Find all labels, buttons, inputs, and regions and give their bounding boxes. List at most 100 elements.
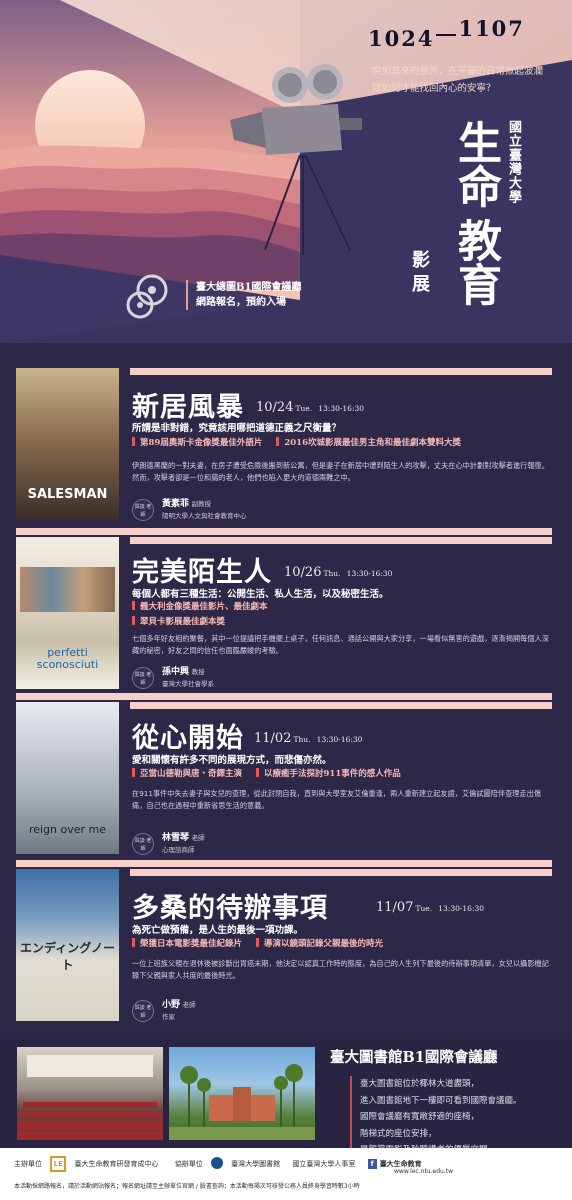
film-tagline: 每個人都有三種生活：公開生活、私人生活，以及秘密生活。 — [132, 589, 389, 600]
film-day: Tue. — [295, 404, 313, 413]
film-title: 完美陌生人 — [132, 557, 272, 588]
date-end: 1107 — [458, 16, 525, 41]
film-date: 10/24 — [256, 400, 294, 415]
film-time: 13:30-16:30 — [318, 404, 365, 413]
section-top-bar — [130, 537, 552, 544]
footer-organizers: 主辦單位 LE 臺大生命教育研發育成中心 協辦單位 臺灣大學圖書館 國立臺灣大學… — [14, 1156, 453, 1175]
film-datetime: 11/07 Tue. 13:30-16:30 — [376, 900, 484, 915]
film-tagline: 為死亡做預備，是人生的最後一項功課。 — [132, 925, 304, 936]
film-description: 在911事件中失去妻子與女兒的查理，從此封閉自我，直到與大學室友艾倫重逢，兩人重… — [132, 789, 542, 810]
film-description: 伊朗德黑蘭的一對夫妻，在房子遭受危險後搬到新公寓，但是妻子在新居中遭到陌生人的攻… — [132, 461, 549, 482]
page: 1024 1107 突如其來的意外，在平靜的日常掀起波瀾 該如何才能找回內心的安寧… — [0, 0, 572, 1200]
award-item: 亞當山德勒與唐‧奇鐸主演 — [132, 769, 242, 779]
award-item: 以療癒手法探討911事件的感人作品 — [256, 769, 401, 779]
award-item: 翠貝卡影展最佳劇本獎 — [132, 617, 225, 627]
film-awards: 榮獲日本電影獎最佳紀錄片 導演以鏡頭記錄父親最後的時光 — [132, 937, 397, 952]
title-film-festival: 影展 — [409, 250, 430, 298]
film-date: 11/07 — [376, 900, 414, 915]
speaker-info: 與談 老師林雪琴 老師心理諮商師 — [132, 832, 205, 856]
film-tagline: 愛和關懷有許多不同的展現方式，而悲傷亦然。 — [132, 755, 332, 766]
speaker-affiliation: 臺灣大學社會學系 — [162, 680, 214, 688]
section-top-bar — [130, 869, 552, 876]
festival-dates: 1024 1107 — [368, 16, 525, 51]
film-date: 10/26 — [284, 565, 322, 580]
speaker-badge: 與談 老師 — [132, 667, 154, 689]
film-datetime: 10/26 Thu. 13:30-16:30 — [284, 565, 392, 580]
poster-title: reign over me — [28, 823, 107, 836]
speaker-affiliation: 心理諮商師 — [162, 846, 195, 854]
film-title: 新居風暴 — [132, 392, 244, 423]
film-description: 七個多年好友相約聚餐，其中一位提議把手機擺上桌子，任何訊息、通話公開與大家分享，… — [132, 634, 549, 655]
hero-tagline: 突如其來的意外，在平靜的日常掀起波瀾 該如何才能找回內心的安寧？ — [372, 63, 562, 97]
award-item: 第89屆奧斯卡金像獎最佳外語片 — [132, 438, 262, 448]
org-name: 臺灣大學圖書館 — [231, 1160, 281, 1168]
speaker-info: 與談 老師孫中興 教授臺灣大學社會學系 — [132, 666, 214, 690]
film-title: 從心開始 — [132, 723, 244, 754]
award-item: 2016坎城影展最佳男主角和最佳劇本雙料大獎 — [276, 438, 461, 448]
film-awards: 義大利金像獎最佳影片、最佳劇本 翠貝卡影展最佳劇本獎 — [132, 600, 282, 630]
section-bottom-bar — [16, 528, 552, 535]
speaker-badge: 與談 老師 — [132, 1000, 154, 1022]
venue-line-1: 臺大總圖B1國際會議廳 — [196, 282, 302, 293]
library-building-photo — [169, 1047, 315, 1140]
speaker-affiliation: 作家 — [162, 1013, 175, 1021]
facebook-icon[interactable]: f — [367, 1159, 377, 1169]
film-awards: 第89屆奧斯卡金像獎最佳外語片 2016坎城影展最佳男主角和最佳劇本雙料大獎 — [132, 436, 475, 451]
poster-photo — [20, 567, 115, 612]
venue-desc-line: 階梯式的座位安排， — [360, 1128, 437, 1139]
footer-note: 本活動採網路報名，請於活動網站報名；報名網址請至主辦單位官網 / 臉書查詢；本活… — [14, 1183, 360, 1190]
poster-title: エンディングノート — [20, 941, 115, 972]
speaker-role: 教授 — [191, 668, 205, 676]
speaker-badge: 與談 老師 — [132, 833, 154, 855]
poster-title: perfetti sconosciuti — [36, 646, 99, 671]
film-awards: 亞當山德勒與唐‧奇鐸主演 以療癒手法探討911事件的感人作品 — [132, 767, 415, 782]
speaker-name: 孫中興 — [162, 667, 190, 677]
tagline-line-2: 該如何才能找回內心的安寧？ — [372, 83, 496, 94]
film-poster-salesman: SALESMAN — [16, 368, 119, 520]
film-time: 13:30-16:30 — [346, 569, 393, 578]
film-poster-ending-note: エンディングノート — [16, 869, 119, 1021]
venue-description: 臺大圖書館位於椰林大道盡頭， 進入圖書館地下一樓即可看到國際會議廳。 國際會議廳… — [350, 1076, 550, 1159]
poster-title: SALESMAN — [27, 487, 108, 502]
film-day: Tue. — [415, 904, 433, 913]
facebook-page-name[interactable]: 臺大生命教育 — [380, 1160, 422, 1168]
speaker-role: 副教授 — [191, 500, 212, 508]
speaker-affiliation: 陽明大學人文與社會教育中心 — [162, 512, 247, 520]
auditorium-photo — [17, 1047, 163, 1140]
section-bottom-bar — [16, 693, 552, 700]
org-name: 國立臺灣大學人事室 — [292, 1160, 356, 1168]
life-education-center-logo: LE — [50, 1156, 67, 1172]
speaker-name: 黃素菲 — [162, 499, 190, 509]
org-name: 臺大生命教育研發育成中心 — [74, 1160, 159, 1168]
section-top-bar — [130, 702, 552, 709]
auditorium-seats-illustration — [17, 1055, 163, 1140]
award-item: 榮獲日本電影獎最佳紀錄片 — [132, 939, 242, 949]
film-poster-reign-over-me: reign over me — [16, 702, 119, 854]
award-item: 義大利金像獎最佳影片、最佳劇本 — [132, 602, 268, 612]
venue-line-2: 網路報名，預約入場 — [196, 297, 286, 308]
section-bottom-bar — [16, 860, 552, 867]
venue-desc-line: 國際會議廳有寬敞舒適的座椅， — [360, 1112, 480, 1122]
hero-banner: 1024 1107 突如其來的意外，在平靜的日常掀起波瀾 該如何才能找回內心的安寧… — [0, 0, 572, 343]
website-url[interactable]: www.lec.ntu.edu.tw — [394, 1168, 453, 1175]
film-date: 11/02 — [254, 731, 292, 746]
speaker-info: 與談 老師黃素菲 副教授 陽明大學人文與社會教育中心 — [132, 498, 247, 522]
film-datetime: 10/24 Tue. 13:30-16:30 — [256, 400, 364, 415]
speaker-info: 與談 老師小野 老師 作家 — [132, 999, 196, 1023]
speaker-name: 林雪琴 — [162, 833, 190, 843]
university-name: 國立臺灣大學 — [506, 120, 521, 204]
date-start: 1024 — [368, 26, 435, 51]
film-time: 13:30-16:30 — [316, 735, 363, 744]
film-time: 13:30-16:30 — [438, 904, 485, 913]
film-title: 多桑的待辦事項 — [132, 893, 328, 924]
speaker-role: 老師 — [191, 834, 205, 842]
hero-venue-info: 臺大總圖B1國際會議廳 網路報名，預約入場 — [186, 280, 301, 310]
speaker-role: 老師 — [182, 1001, 196, 1009]
footer: 主辦單位 LE 臺大生命教育研發育成中心 協辦單位 臺灣大學圖書館 國立臺灣大學… — [0, 1148, 572, 1200]
date-dash — [436, 33, 457, 36]
film-description: 一位上班族父親在退休後被診斷出胃癌末期，他決定以認真工作時的態度，為自己的人生列… — [132, 959, 549, 980]
venue-desc-line: 進入圖書館地下一樓即可看到國際會議廳。 — [360, 1095, 522, 1106]
venue-desc-line: 臺大圖書館位於椰林大道盡頭， — [360, 1079, 480, 1089]
host-label: 主辦單位 — [14, 1160, 42, 1168]
film-poster-perfetti-sconosciuti: perfetti sconosciuti — [16, 537, 119, 689]
